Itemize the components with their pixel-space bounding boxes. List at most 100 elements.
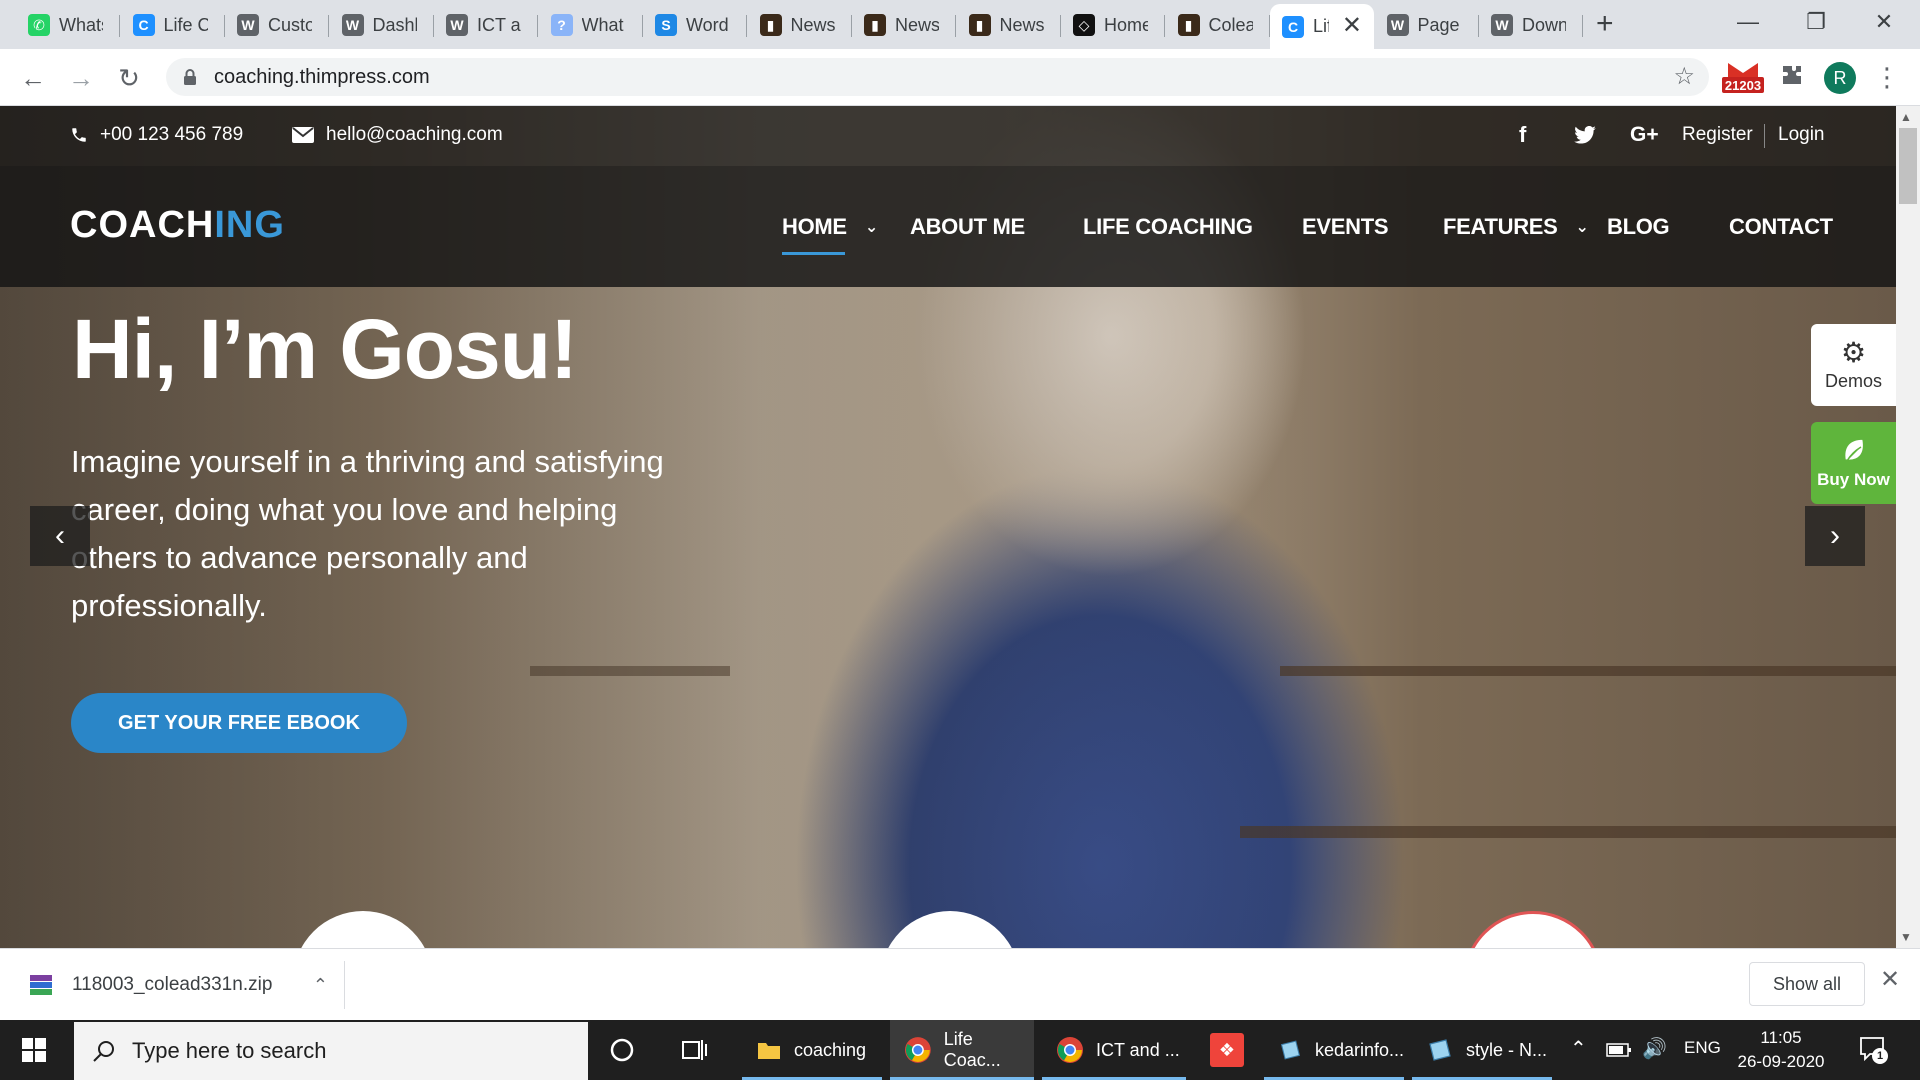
reload-button[interactable]: ↻ (114, 63, 144, 93)
chevron-up-icon[interactable]: ⌃ (313, 975, 328, 996)
scroll-up-arrow-icon[interactable]: ▲ (1900, 110, 1912, 124)
bookmark-star-icon[interactable]: ☆ (1673, 62, 1695, 91)
buy-now-button[interactable]: Buy Now (1811, 422, 1896, 504)
taskbar-clock[interactable]: 11:05 26-09-2020 (1726, 1026, 1836, 1074)
wordpress-icon: W (1491, 14, 1513, 36)
browser-tab[interactable]: W Customize (225, 7, 329, 43)
back-button[interactable]: ← (18, 63, 48, 93)
taskbar-app-file-explorer[interactable]: coaching (742, 1020, 882, 1080)
register-link[interactable]: Register (1682, 124, 1753, 146)
slider-next-arrow-icon[interactable]: › (1805, 506, 1865, 566)
nav-features[interactable]: FEATURES ⌄ (1443, 214, 1589, 240)
taskbar-app-notepad[interactable]: style - N... (1412, 1020, 1552, 1080)
slider-prev-arrow-icon[interactable]: ‹ (30, 506, 90, 566)
show-all-button[interactable]: Show all (1749, 962, 1865, 1006)
address-bar[interactable]: coaching.thimpress.com ☆ (166, 58, 1709, 96)
page-scrollbar[interactable] (1896, 106, 1920, 948)
nav-life-coaching[interactable]: LIFE COACHING (1083, 214, 1253, 240)
close-tab-icon[interactable]: ✕ (1342, 12, 1362, 40)
language-indicator[interactable]: ENG (1684, 1038, 1721, 1058)
taskbar-search-input[interactable]: Type here to search (74, 1022, 588, 1080)
google-plus-icon[interactable]: G+ (1630, 123, 1659, 147)
nav-blog[interactable]: BLOG (1607, 214, 1670, 240)
nav-events[interactable]: EVENTS (1302, 214, 1389, 240)
forward-button[interactable]: → (66, 63, 96, 93)
search-icon (93, 1041, 114, 1062)
minimize-button[interactable]: — (1716, 4, 1780, 40)
theme-thumb-icon: ▮ (1177, 14, 1200, 36)
login-link[interactable]: Login (1778, 124, 1825, 146)
windows-taskbar: Type here to search coaching Life Coac..… (0, 1020, 1920, 1080)
browser-tab[interactable]: ▮ Colead (1166, 7, 1270, 43)
windows-start-icon[interactable] (22, 1038, 46, 1062)
taskbar-app-notepad[interactable]: kedarinfo... (1264, 1020, 1404, 1080)
cortana-icon[interactable] (610, 1038, 634, 1062)
theme-thumb-icon: ▮ (864, 14, 886, 36)
taskbar-app-chrome[interactable]: ICT and ... (1042, 1020, 1186, 1080)
browser-tab-label: Colead (1208, 14, 1253, 35)
browser-tab-label: Customize (268, 14, 312, 35)
chevron-down-icon[interactable]: ⌄ (865, 217, 878, 237)
download-item[interactable]: 118003_colead331n.zip ⌃ (28, 963, 346, 1007)
lock-icon[interactable] (182, 68, 198, 86)
browser-tab[interactable]: ? What (539, 7, 643, 43)
phone-number: +00 123 456 789 (100, 124, 244, 145)
extensions-puzzle-icon[interactable] (1780, 63, 1804, 87)
browser-toolbar: ← → ↻ coaching.thimpress.com ☆ 21203 R ⋮ (0, 49, 1920, 106)
browser-tab[interactable]: ✆ WhatsApp (16, 7, 120, 43)
facebook-icon[interactable]: f (1519, 122, 1526, 148)
browser-tab[interactable]: ▮ News (748, 7, 852, 43)
scroll-down-arrow-icon[interactable]: ▼ (1900, 930, 1912, 944)
free-ebook-button[interactable]: GET YOUR FREE EBOOK (71, 693, 407, 753)
email-contact[interactable]: hello@coaching.com (292, 124, 503, 146)
notification-center-icon[interactable]: 1 (1858, 1034, 1888, 1064)
profile-avatar[interactable]: R (1824, 62, 1856, 94)
email-address: hello@coaching.com (326, 124, 503, 145)
nav-blog-label: BLOG (1607, 214, 1670, 239)
nav-home[interactable]: HOME ⌄ (782, 214, 878, 255)
scrollbar-thumb[interactable] (1899, 128, 1917, 204)
restore-button[interactable]: ❐ (1784, 4, 1848, 40)
browser-tab[interactable]: ◇ Home (1061, 7, 1165, 43)
new-tab-button[interactable]: + (1596, 7, 1614, 41)
browser-tab[interactable]: W Download (1479, 7, 1583, 43)
browser-tab[interactable]: W ICT and (434, 7, 538, 43)
battery-icon[interactable] (1606, 1042, 1632, 1058)
nav-contact[interactable]: CONTACT (1729, 214, 1833, 240)
volume-icon[interactable]: 🔊 (1642, 1036, 1667, 1061)
nav-contact-label: CONTACT (1729, 214, 1833, 239)
taskbar-app-chrome-active[interactable]: Life Coac... (890, 1020, 1034, 1080)
close-downloads-icon[interactable]: ✕ (1880, 965, 1900, 994)
phone-contact[interactable]: +00 123 456 789 (70, 124, 243, 146)
gear-icon: ⚙ (1840, 336, 1867, 368)
nav-features-label: FEATURES (1443, 214, 1558, 239)
browser-menu-icon[interactable]: ⋮ (1874, 59, 1900, 95)
chevron-down-icon[interactable]: ⌄ (1576, 217, 1589, 237)
notepad-icon (1429, 1039, 1451, 1061)
taskbar-app-label: coaching (794, 1039, 867, 1060)
browser-tab[interactable]: ▮ News (852, 7, 956, 43)
divider (1764, 124, 1765, 148)
browser-tab[interactable]: W Page (1375, 7, 1479, 43)
demos-button[interactable]: ⚙ Demos (1811, 324, 1896, 406)
notepad-icon (1280, 1040, 1301, 1060)
browser-tab[interactable]: C Life Coaching ✕ (1270, 4, 1374, 49)
taskbar-app-anydesk[interactable]: ❖ (1196, 1020, 1256, 1080)
browser-tab[interactable]: ▮ News (957, 7, 1061, 43)
browser-tab[interactable]: W Dashboard (330, 7, 434, 43)
browser-tab[interactable]: S WordPress (643, 7, 747, 43)
close-window-button[interactable]: ✕ (1852, 4, 1916, 40)
nav-about-me[interactable]: ABOUT ME (910, 214, 1025, 240)
tray-chevron-up-icon[interactable]: ⌃ (1570, 1036, 1587, 1061)
twitter-icon[interactable] (1574, 126, 1596, 144)
taskbar-app-label: Life Coac... (943, 1029, 1001, 1070)
logo-text: COACH (70, 204, 215, 246)
folder-icon (758, 1043, 780, 1059)
gmail-extension-icon[interactable]: 21203 (1722, 59, 1764, 95)
site-logo[interactable]: COACHING (70, 204, 285, 247)
browser-tab[interactable]: C Life Coaching (121, 7, 225, 43)
divider (344, 961, 345, 1009)
task-view-icon[interactable] (682, 1038, 708, 1062)
browser-tab-strip: ✆ WhatsApp C Life Coaching W Customize W Dashbo… (0, 0, 1920, 49)
taskbar-app-label: kedarinfo... (1314, 1039, 1404, 1060)
